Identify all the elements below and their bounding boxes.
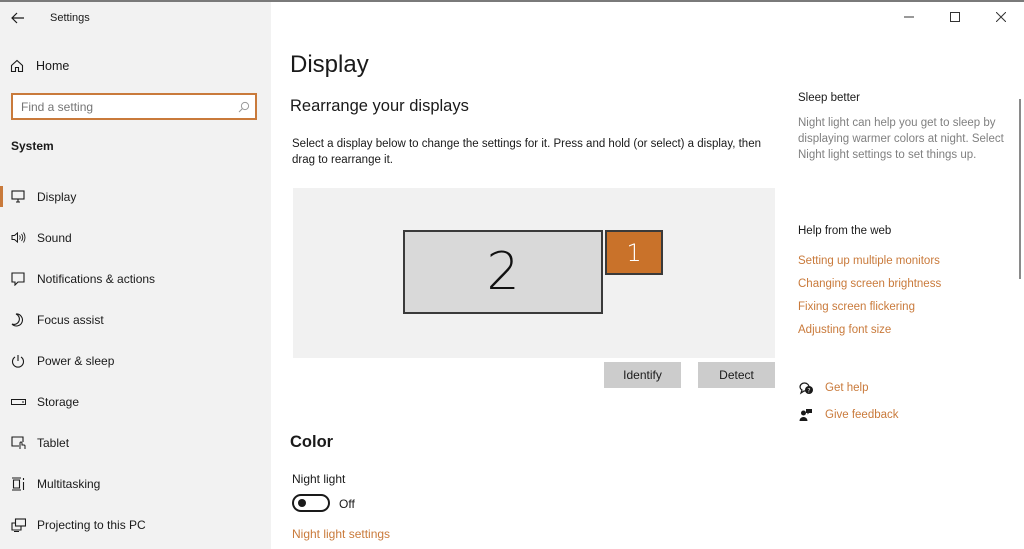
title-bar: Settings <box>0 2 271 34</box>
sidebar: Settings Home System Display Sound <box>0 2 271 549</box>
section-label-system: System <box>11 139 54 153</box>
help-from-web-heading: Help from the web <box>798 225 892 237</box>
svg-text:?: ? <box>807 388 810 395</box>
identify-button[interactable]: Identify <box>604 362 681 388</box>
back-arrow-icon <box>11 12 24 24</box>
monitor-icon <box>10 189 26 205</box>
sidebar-item-sound[interactable]: Sound <box>0 217 271 258</box>
display-1-tile[interactable]: 1 <box>605 230 663 275</box>
sidebar-item-display[interactable]: Display <box>0 176 271 217</box>
sidebar-item-power-sleep[interactable]: Power & sleep <box>0 340 271 381</box>
give-feedback-link[interactable]: Give feedback <box>798 407 899 423</box>
get-help-link[interactable]: ? Get help <box>798 380 868 396</box>
power-icon <box>10 353 26 369</box>
tablet-icon <box>10 435 26 451</box>
toggle-knob <box>298 499 306 507</box>
scrollbar[interactable] <box>1019 99 1021 279</box>
sidebar-item-focus-assist[interactable]: Focus assist <box>0 299 271 340</box>
app-title: Settings <box>50 12 90 24</box>
notification-icon <box>10 271 26 287</box>
search-icon[interactable] <box>233 97 255 117</box>
maximize-button[interactable] <box>932 2 978 32</box>
sidebar-nav: Display Sound Notifications & actions Fo… <box>0 176 271 545</box>
sidebar-item-label: Display <box>37 189 77 204</box>
home-icon <box>10 59 24 73</box>
speaker-icon <box>10 230 26 246</box>
page-title: Display <box>290 51 369 78</box>
back-button[interactable] <box>0 2 36 34</box>
close-button[interactable] <box>978 2 1024 32</box>
close-icon <box>996 12 1006 22</box>
get-help-icon: ? <box>798 380 814 396</box>
detect-button[interactable]: Detect <box>698 362 775 388</box>
sidebar-item-label: Multitasking <box>37 476 101 491</box>
help-link-multiple-monitors[interactable]: Setting up multiple monitors <box>798 255 940 267</box>
display-2-tile[interactable]: 2 <box>403 230 603 314</box>
sidebar-item-label: Sound <box>37 230 72 245</box>
sidebar-item-storage[interactable]: Storage <box>0 381 271 422</box>
search-input[interactable] <box>21 99 233 114</box>
home-link[interactable]: Home <box>10 56 69 76</box>
multitasking-icon <box>10 476 26 492</box>
sidebar-item-label: Focus assist <box>37 312 104 327</box>
night-light-toggle[interactable] <box>292 494 330 512</box>
night-light-label: Night light <box>292 472 346 486</box>
color-heading: Color <box>290 433 334 451</box>
night-light-settings-link[interactable]: Night light settings <box>292 527 390 541</box>
help-link-screen-flickering[interactable]: Fixing screen flickering <box>798 301 915 313</box>
search-box[interactable] <box>11 93 257 120</box>
sidebar-item-multitasking[interactable]: Multitasking <box>0 463 271 504</box>
night-light-state: Off <box>339 497 355 511</box>
help-link-screen-brightness[interactable]: Changing screen brightness <box>798 278 941 290</box>
sleep-better-heading: Sleep better <box>798 92 861 104</box>
rearrange-description: Select a display below to change the set… <box>292 138 761 166</box>
window-controls <box>886 2 1024 32</box>
storage-icon <box>10 394 26 410</box>
settings-window: Settings Home System Display Sound <box>0 0 1024 549</box>
feedback-icon <box>798 407 814 423</box>
maximize-icon <box>950 12 960 22</box>
sidebar-item-label: Power & sleep <box>37 353 115 368</box>
minimize-icon <box>904 16 914 18</box>
sidebar-item-label: Tablet <box>37 435 70 450</box>
sidebar-item-label: Notifications & actions <box>37 271 156 286</box>
give-feedback-label: Give feedback <box>825 409 899 421</box>
get-help-label: Get help <box>825 382 869 394</box>
sidebar-item-projecting[interactable]: Projecting to this PC <box>0 504 271 545</box>
sidebar-item-label: Projecting to this PC <box>37 517 146 532</box>
rearrange-heading: Rearrange your displays <box>290 97 469 115</box>
sleep-better-text: Night light can help you get to sleep by… <box>798 117 1004 161</box>
moon-icon <box>10 312 26 328</box>
help-link-font-size[interactable]: Adjusting font size <box>798 324 891 336</box>
sidebar-item-tablet[interactable]: Tablet <box>0 422 271 463</box>
minimize-button[interactable] <box>886 2 932 32</box>
display-arrangement-area[interactable]: 2 1 <box>293 188 775 358</box>
sidebar-item-notifications[interactable]: Notifications & actions <box>0 258 271 299</box>
sidebar-item-label: Storage <box>37 394 80 409</box>
home-label: Home <box>36 59 70 73</box>
projecting-icon <box>10 517 26 533</box>
